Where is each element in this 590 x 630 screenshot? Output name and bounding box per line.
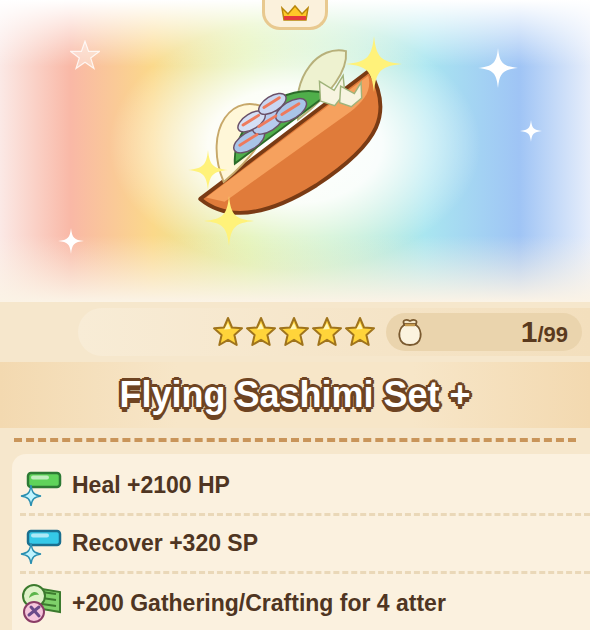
effect-row: Heal +2100 HP	[20, 458, 590, 516]
effect-text: Heal +2100 HP	[72, 472, 230, 499]
effect-text: Recover +320 SP	[72, 530, 258, 557]
star-icon	[278, 316, 310, 348]
star-icon	[311, 316, 343, 348]
star-icon	[212, 316, 244, 348]
gathering-crafting-icon	[20, 582, 62, 624]
effect-row: +200 Gathering/Crafting for 4 atter	[20, 574, 590, 630]
background-star-icon	[70, 40, 100, 70]
info-bar: 1/99	[78, 308, 590, 356]
star-icon	[344, 316, 376, 348]
quantity-text: 1/99	[521, 315, 568, 349]
effect-text: +200 Gathering/Crafting for 4 atter	[72, 590, 446, 617]
bag-icon	[394, 316, 426, 348]
sparkle-icon	[58, 228, 84, 254]
sparkle-icon	[346, 36, 402, 92]
divider	[14, 438, 576, 442]
sparkle-icon	[478, 48, 518, 88]
sparkle-icon	[188, 150, 228, 190]
sparkle-icon	[520, 120, 542, 142]
sparkle-icon	[204, 196, 254, 246]
crown-icon	[280, 4, 310, 22]
item-image-panel	[0, 0, 590, 302]
item-detail-card: 1/99 Flying Sashimi Set + Heal +2100 HP Rec…	[0, 0, 590, 630]
title-banner: Flying Sashimi Set +	[0, 362, 590, 428]
effects-panel: Heal +2100 HP Recover +320 SP +200 Gatheri…	[12, 454, 590, 630]
rarity-stars	[212, 316, 376, 348]
effect-row: Recover +320 SP	[20, 516, 590, 574]
rarity-badge	[262, 0, 328, 30]
quantity-pill: 1/99	[386, 313, 582, 351]
item-name: Flying Sashimi Set +	[119, 374, 470, 416]
hp-icon	[20, 465, 62, 507]
sp-icon	[20, 523, 62, 565]
star-icon	[245, 316, 277, 348]
